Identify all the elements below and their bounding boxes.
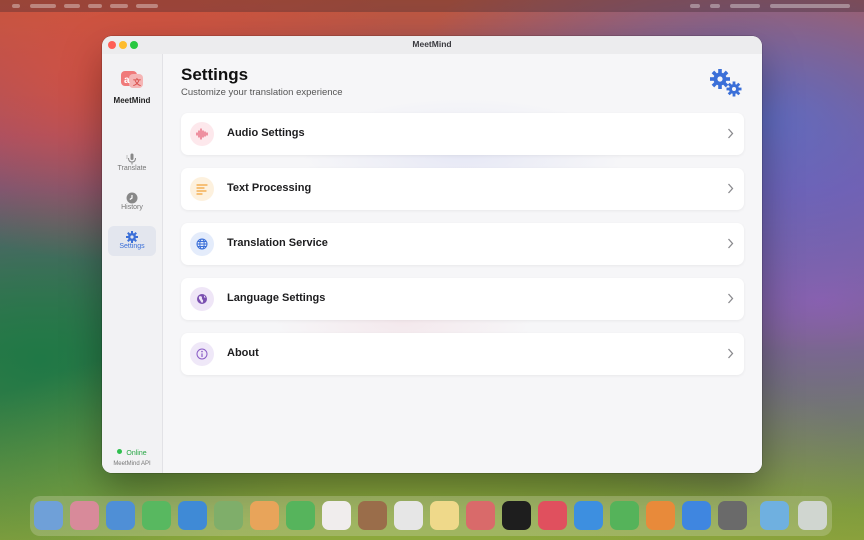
text-lines-icon (190, 177, 214, 201)
row-label: Language Settings (227, 292, 326, 304)
row-label: Translation Service (227, 237, 328, 249)
svg-text:a: a (124, 75, 130, 86)
calendar-icon[interactable] (322, 501, 351, 530)
settings-panel: Settings Customize your translation expe… (163, 54, 762, 473)
app-store-icon[interactable] (682, 501, 711, 530)
sidebar-item-history[interactable]: History (108, 187, 156, 217)
info-icon (190, 342, 214, 366)
clock-icon (125, 191, 139, 204)
page-title: Settings (181, 65, 249, 84)
translate-logo-icon: a 文 (120, 68, 144, 92)
finder-icon[interactable] (34, 501, 63, 530)
settings-row-text-processing[interactable]: Text Processing (181, 168, 744, 210)
microphone-icon (125, 152, 139, 165)
chevron-right-icon (728, 293, 734, 304)
messages-icon[interactable] (142, 501, 171, 530)
row-label: Audio Settings (227, 127, 305, 139)
app-window: MeetMind a 文 MeetMind Translate History … (102, 36, 762, 473)
globe-americas-icon (190, 287, 214, 311)
launchpad-icon[interactable] (70, 501, 99, 530)
settings-row-translation-service[interactable]: Translation Service (181, 223, 744, 265)
system-settings-icon[interactable] (718, 501, 747, 530)
maps-icon[interactable] (214, 501, 243, 530)
sidebar-item-label: Settings (119, 243, 145, 250)
sidebar-item-label: History (121, 204, 143, 211)
chevron-right-icon (728, 348, 734, 359)
status-service-name: MeetMind API (113, 461, 151, 467)
row-label: About (227, 347, 259, 359)
sidebar-item-settings[interactable]: Settings (108, 226, 156, 256)
gear-icon (125, 230, 139, 243)
page-subtitle: Customize your translation experience (181, 87, 343, 98)
reminders-icon[interactable] (394, 501, 423, 530)
settings-row-language[interactable]: Language Settings (181, 278, 744, 320)
svg-text:文: 文 (133, 77, 142, 87)
waveform-icon (190, 122, 214, 146)
sidebar-item-label: Translate (117, 165, 147, 172)
contacts-icon[interactable] (358, 501, 387, 530)
music-icon[interactable] (538, 501, 567, 530)
freeform-icon[interactable] (466, 501, 495, 530)
status-label: Online (126, 450, 147, 457)
mail-icon[interactable] (178, 501, 207, 530)
window-title: MeetMind (412, 39, 452, 49)
chevron-right-icon (728, 183, 734, 194)
chevron-right-icon (728, 238, 734, 249)
app-name: MeetMind (113, 96, 151, 105)
photos-icon[interactable] (250, 501, 279, 530)
sidebar-item-translate[interactable]: Translate (108, 148, 156, 178)
status-dot (117, 449, 123, 454)
settings-row-about[interactable]: About (181, 333, 744, 375)
row-label: Text Processing (227, 182, 312, 194)
facetime-icon[interactable] (286, 501, 315, 530)
globe-icon (190, 232, 214, 256)
folder-icon[interactable] (760, 501, 789, 530)
gears-icon (708, 68, 744, 98)
numbers-icon[interactable] (610, 501, 639, 530)
status-indicator: Online (102, 449, 162, 457)
dock (30, 496, 832, 536)
notes-icon[interactable] (430, 501, 459, 530)
tv-icon[interactable] (502, 501, 531, 530)
trash-icon[interactable] (798, 501, 827, 530)
pages-icon[interactable] (646, 501, 675, 530)
menu-bar (0, 0, 864, 12)
keynote-icon[interactable] (574, 501, 603, 530)
settings-row-audio[interactable]: Audio Settings (181, 113, 744, 155)
safari-icon[interactable] (106, 501, 135, 530)
sidebar: a 文 MeetMind Translate History Settings … (102, 54, 163, 473)
chevron-right-icon (728, 128, 734, 139)
title-bar: MeetMind (102, 36, 762, 55)
